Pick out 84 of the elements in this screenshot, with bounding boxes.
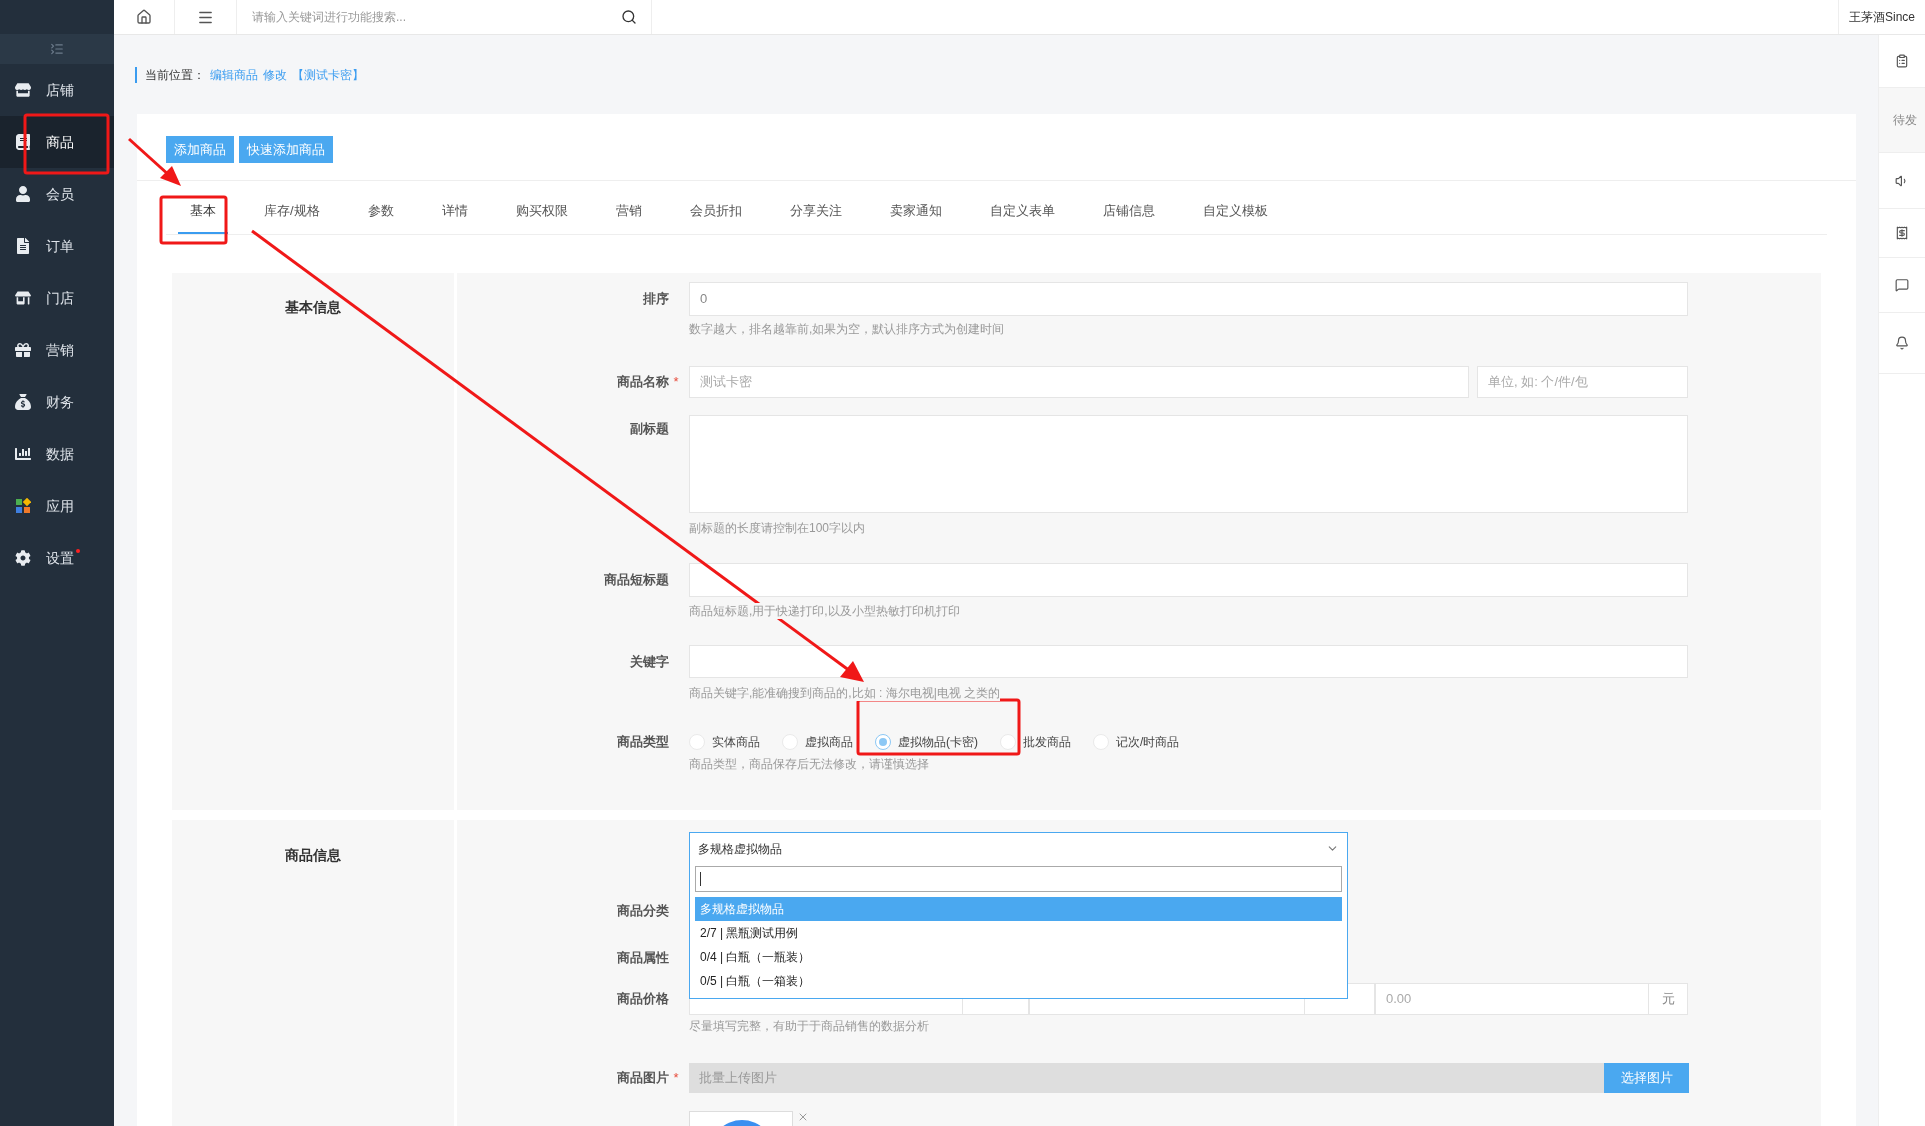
name-input[interactable]: 测试卡密: [689, 366, 1469, 398]
radio-option[interactable]: 记次/时商品: [1093, 733, 1180, 751]
sidebar-item[interactable]: 商品: [0, 116, 114, 168]
field-label: 商品价格: [617, 990, 669, 1009]
hint-text: 副标题的长度请控制在100字以内: [689, 520, 866, 536]
tab[interactable]: 参数: [355, 190, 406, 234]
document-icon: [15, 238, 31, 254]
field-label: 商品图片: [617, 1069, 669, 1088]
tab[interactable]: 卖家通知: [877, 190, 954, 234]
search-icon[interactable]: [621, 9, 637, 25]
required-mark: *: [673, 1069, 679, 1088]
radio-option[interactable]: 批发商品: [1000, 733, 1071, 751]
tab[interactable]: 店铺信息: [1090, 190, 1167, 234]
clipboard-icon[interactable]: [1895, 54, 1909, 68]
dropdown-search-field[interactable]: [695, 866, 1342, 892]
book-icon: [15, 134, 31, 150]
hint-text: 商品类型，商品保存后无法修改，请谨慎选择: [689, 756, 929, 772]
message-icon[interactable]: [1895, 278, 1909, 292]
hint-text: 商品短标题,用于快递打印,以及小型热敏打印机打印: [689, 603, 960, 619]
store-icon: [15, 82, 31, 98]
settings-icon: [15, 550, 31, 566]
apps-icon: [15, 498, 31, 514]
field-label: 商品属性: [617, 949, 669, 968]
bar-chart-icon: [15, 446, 31, 462]
keyword-input[interactable]: [689, 645, 1688, 678]
radio-button[interactable]: [875, 734, 891, 750]
required-mark: *: [673, 373, 679, 392]
radio-option[interactable]: 实体商品: [689, 733, 760, 751]
field-label: 商品名称: [617, 373, 669, 392]
tab[interactable]: 基本: [178, 190, 228, 234]
user-name[interactable]: 王茅酒Since: [1849, 8, 1916, 26]
radio-option[interactable]: 虚拟物品(卡密): [875, 733, 978, 751]
hint-text: 数字越大，排名越靠前,如果为空，默认排序方式为创建时间: [689, 321, 1005, 337]
sidebar-item[interactable]: 财务: [0, 376, 114, 428]
pending-label[interactable]: 待发: [1893, 111, 1917, 129]
gift-icon: [15, 342, 31, 358]
field-label: 商品分类: [617, 902, 669, 921]
tab[interactable]: 购买权限: [503, 190, 580, 234]
money-bag-icon: [15, 394, 31, 410]
sidebar-item[interactable]: 营销: [0, 324, 114, 376]
section-title: 基本信息: [285, 299, 341, 315]
tab[interactable]: 自定义模板: [1190, 190, 1280, 234]
bell-icon[interactable]: [1895, 336, 1909, 350]
section-title: 商品信息: [285, 847, 341, 863]
shop-icon: [15, 290, 31, 306]
tab[interactable]: 会员折扣: [677, 190, 754, 234]
sidebar-item[interactable]: 应用: [0, 480, 114, 532]
sidebar-item[interactable]: 门店: [0, 272, 114, 324]
field-label: 商品类型: [617, 733, 669, 752]
sidebar-item[interactable]: 店铺: [0, 64, 114, 116]
highlight-frame: [159, 195, 228, 245]
dropdown-option[interactable]: 2/7 | 黑瓶测试用例: [695, 921, 1342, 945]
unit-addon: 元: [1649, 983, 1688, 1015]
sidebar-item[interactable]: 设置: [0, 532, 114, 584]
cost-input[interactable]: 0.00: [1375, 983, 1649, 1015]
unit-input[interactable]: 单位, 如: 个/件/包: [1477, 366, 1688, 398]
sidebar-item[interactable]: 订单: [0, 220, 114, 272]
sidebar-item[interactable]: 数据: [0, 428, 114, 480]
receipt-icon[interactable]: [1895, 226, 1909, 240]
collapse-icon: [50, 42, 64, 56]
field-label: 排序: [643, 290, 669, 309]
tab[interactable]: 分享关注: [777, 190, 854, 234]
tab[interactable]: 库存/规格: [252, 190, 332, 234]
short-title-input[interactable]: [689, 563, 1688, 597]
hint-text: 商品关键字,能准确搜到商品的,比如 : 海尔电视|电视 之类的: [689, 685, 1001, 701]
search-input[interactable]: 请输入关键词进行功能搜索...: [252, 8, 621, 26]
radio-option[interactable]: 虚拟商品: [782, 733, 853, 751]
field-label: 商品短标题: [604, 571, 669, 590]
select-field[interactable]: 多规格虚拟物品: [690, 833, 1347, 864]
home-icon[interactable]: [136, 9, 152, 25]
tab[interactable]: 自定义表单: [977, 190, 1067, 234]
sort-input[interactable]: 0: [689, 282, 1688, 316]
tab[interactable]: 营销: [603, 190, 654, 234]
breadcrumb-label: 当前位置：: [145, 66, 205, 84]
dropdown-option[interactable]: 0/4 | 白瓶（一瓶装）: [695, 945, 1342, 969]
sidebar-item[interactable]: 会员: [0, 168, 114, 220]
upload-field[interactable]: 批量上传图片: [689, 1063, 1604, 1093]
tab[interactable]: 详情: [429, 190, 480, 234]
hint-text: 尽量填写完整，有助于于商品销售的数据分析: [689, 1018, 929, 1034]
field-label: 副标题: [630, 420, 669, 438]
dropdown-option[interactable]: 0/5 | 白瓶（一箱装）: [695, 969, 1342, 993]
user-icon: [15, 186, 31, 202]
remove-icon[interactable]: [797, 1111, 809, 1123]
field-label: 关键字: [630, 652, 669, 671]
